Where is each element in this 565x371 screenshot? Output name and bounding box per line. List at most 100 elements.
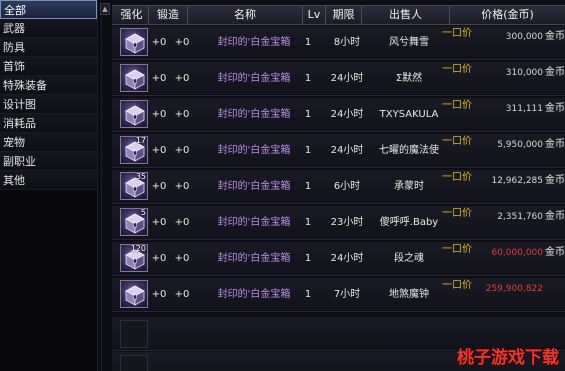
item-name: 封印的'白金宝箱 [217, 289, 291, 300]
refine-value: +0 [151, 37, 167, 48]
forge-value: +0 [174, 145, 190, 156]
item-level: 1 [304, 181, 312, 192]
category-item[interactable]: 设计图 [0, 95, 97, 114]
header-lv[interactable]: Lv [303, 6, 326, 24]
seller-name: 段之魂 [394, 253, 424, 264]
treasure-chest-icon[interactable] [120, 280, 148, 308]
table-row[interactable]: +0 +0 封印的'白金宝箱 1 8小时 风兮舞雪 一口价 300,000 金币 [112, 26, 565, 60]
refine-value: +0 [151, 253, 167, 264]
seller-name: 地煞魔钟 [389, 289, 429, 300]
price-value: 5,950,000 [497, 140, 543, 150]
item-name: 封印的'白金宝箱 [217, 145, 291, 156]
listing-period: 8小时 [333, 37, 361, 48]
price-value: 311,111 [505, 104, 543, 114]
forge-value: +0 [174, 289, 190, 300]
seller-name: 七曜的魔法使 [379, 145, 439, 156]
treasure-chest-icon[interactable]: 17 [120, 136, 148, 164]
item-name: 封印的'白金宝箱 [217, 37, 291, 48]
refine-value: +0 [151, 217, 167, 228]
category-item[interactable]: 其他 [0, 171, 97, 190]
header-price[interactable]: 价格(金币) [450, 6, 565, 24]
price-value: 60,000,000 [491, 248, 543, 258]
header-refine[interactable]: 强化 [115, 6, 149, 24]
category-item[interactable]: 特殊装备 [0, 76, 97, 95]
table-row[interactable]: +0 +0 封印的'白金宝箱 1 24小时 Σ默然 一口价 310,000 金币 [112, 62, 565, 96]
item-name: 封印的'白金宝箱 [217, 217, 291, 228]
category-item[interactable]: 首饰 [0, 57, 97, 76]
item-name: 封印的'白金宝箱 [217, 253, 291, 264]
refine-value: +0 [151, 145, 167, 156]
refine-value: +0 [151, 73, 167, 84]
table-row[interactable]: +0 +0 封印的'白金宝箱 1 24小时 TXYSAKULA 一口价 311,111 金币 [112, 98, 565, 132]
table-row[interactable]: 35 +0 +0 封印的'白金宝箱 1 6小时 承蒙时 一口价 12,962,285 金币 [112, 170, 565, 204]
header-seller[interactable]: 出售人 [362, 6, 450, 24]
currency-label: 金币 [545, 31, 565, 42]
listing-period: 6小时 [333, 181, 361, 192]
price-value: 2,351,760 [497, 212, 543, 222]
item-quantity: 17 [135, 136, 146, 145]
seller-name: 承蒙时 [394, 181, 424, 192]
table-row[interactable]: 5 +0 +0 封印的'白金宝箱 1 23小时 傻呼呼.Baby 一口价 2,351,760 金币 [112, 206, 565, 240]
item-name: 封印的'白金宝箱 [217, 73, 291, 84]
category-item[interactable]: 副职业 [0, 152, 97, 171]
item-quantity: 5 [140, 208, 146, 217]
header-name[interactable]: 名称 [188, 6, 303, 24]
item-level: 1 [304, 253, 312, 264]
forge-value: +0 [174, 73, 190, 84]
treasure-chest-icon[interactable] [120, 100, 148, 128]
refine-value: +0 [151, 289, 167, 300]
category-item[interactable]: 消耗品 [0, 114, 97, 133]
header-forge[interactable]: 锻造 [149, 6, 188, 24]
price-value: 300,000 [505, 32, 543, 42]
table-header: 强化 锻造 名称 Lv 期限 出售人 价格(金币) [112, 5, 565, 25]
category-item[interactable]: 武器 [0, 19, 97, 38]
header-period[interactable]: 期限 [326, 6, 362, 24]
treasure-chest-icon[interactable]: 35 [120, 172, 148, 200]
item-level: 1 [304, 109, 312, 120]
price-value: 310,000 [505, 68, 543, 78]
currency-label: 金币 [545, 139, 565, 150]
treasure-chest-icon[interactable] [120, 28, 148, 56]
treasure-chest-icon[interactable]: 5 [120, 208, 148, 236]
watermark-logo: 桃子游戏下载 [457, 348, 559, 368]
forge-value: +0 [174, 217, 190, 228]
listing-table: 强化 锻造 名称 Lv 期限 出售人 价格(金币) +0 +0 封印的'白金宝箱 1 8… [112, 0, 565, 371]
currency-label: 金币 [545, 103, 565, 114]
currency-label: 金币 [545, 175, 565, 186]
listing-period: 24小时 [330, 145, 364, 156]
listing-period: 23小时 [330, 217, 364, 228]
item-name: 封印的'白金宝箱 [217, 181, 291, 192]
currency-label: 金币 [545, 67, 565, 78]
treasure-chest-icon[interactable]: 120 [120, 244, 148, 272]
currency-label: 金币 [545, 247, 565, 258]
table-row[interactable]: +0 +0 封印的'白金宝箱 1 7小时 地煞魔钟 一口价 259,900,822 [112, 278, 565, 312]
currency-label [545, 281, 565, 297]
forge-value: +0 [174, 109, 190, 120]
seller-name: TXYSAKULA [379, 109, 439, 120]
item-level: 1 [304, 37, 312, 48]
seller-name: Σ默然 [395, 73, 423, 84]
item-level: 1 [304, 145, 312, 156]
item-quantity: 120 [130, 244, 146, 253]
seller-name: 傻呼呼.Baby [379, 217, 439, 228]
category-item[interactable]: 防具 [0, 38, 97, 57]
forge-value: +0 [174, 37, 190, 48]
listing-period: 7小时 [333, 289, 361, 300]
listing-period: 24小时 [330, 109, 364, 120]
item-level: 1 [304, 289, 312, 300]
forge-value: +0 [174, 253, 190, 264]
price-value: 259,900,822 [485, 284, 543, 294]
item-level: 1 [304, 217, 312, 228]
auction-window: 全部 武器 防具 首饰 特殊装备 设计图 消耗品 宠物 副职业 其他 ▲ 强化 锻造 名称 Lv … [0, 0, 565, 371]
seller-name: 风兮舞雪 [389, 37, 429, 48]
treasure-chest-icon[interactable] [120, 64, 148, 92]
scroll-up-arrow-icon[interactable]: ▲ [100, 3, 110, 15]
refine-value: +0 [151, 181, 167, 192]
category-item[interactable]: 宠物 [0, 133, 97, 152]
item-quantity: 35 [135, 172, 146, 181]
forge-value: +0 [174, 181, 190, 192]
category-item[interactable]: 全部 [0, 0, 97, 19]
category-scrollbar[interactable] [101, 16, 109, 371]
table-row[interactable]: 120 +0 +0 封印的'白金宝箱 1 24小时 段之魂 一口价 60,000,000 金币 [112, 242, 565, 276]
table-row[interactable]: 17 +0 +0 封印的'白金宝箱 1 24小时 七曜的魔法使 一口价 5,950,000 金币 [112, 134, 565, 168]
